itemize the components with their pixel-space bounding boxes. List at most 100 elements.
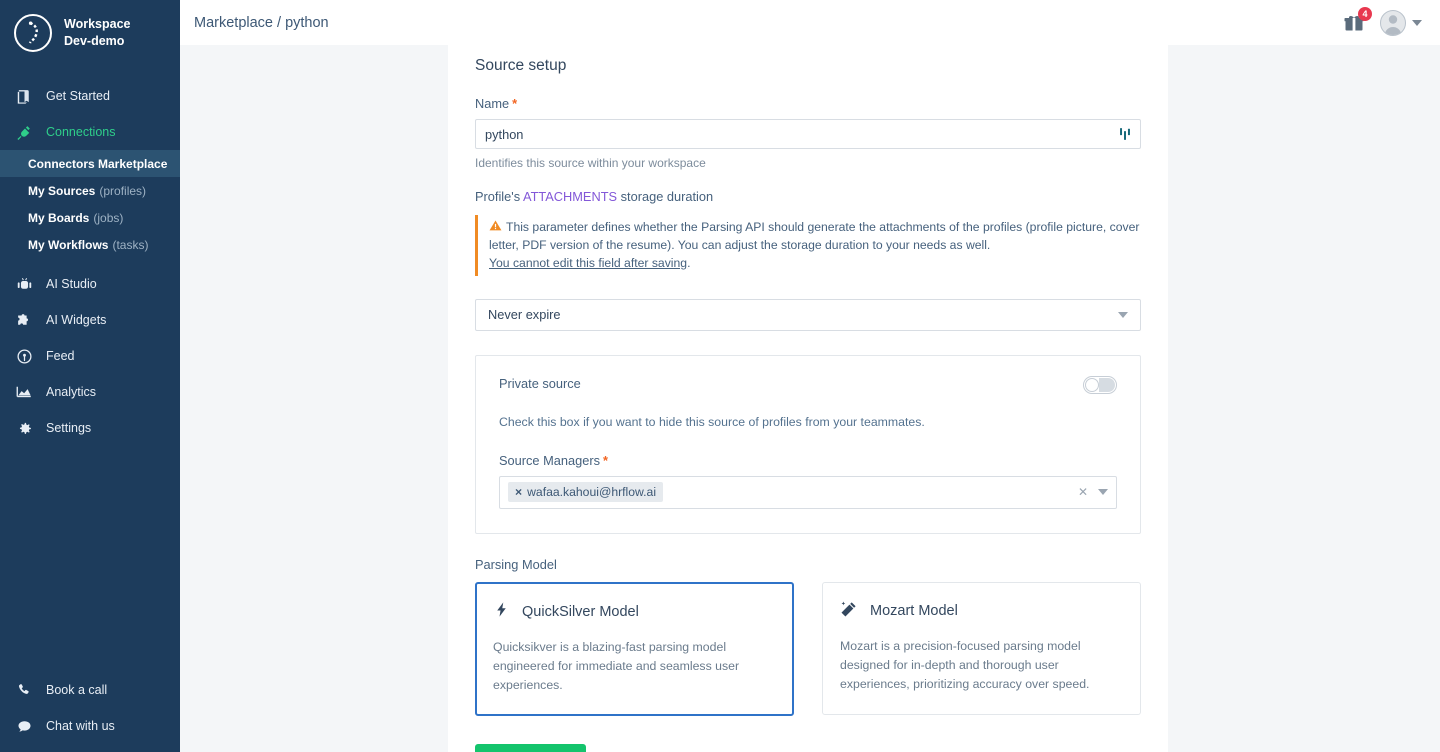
topbar: Marketplace / python 4 [180, 0, 1440, 45]
broadcast-icon [14, 346, 34, 366]
magic-wand-icon [840, 600, 858, 623]
warning-text: This parameter defines whether the Parsi… [489, 220, 1140, 253]
private-source-row: Private source [499, 375, 1117, 394]
sidebar: Workspace Dev-demo Get Started Connectio… [0, 0, 180, 752]
attachments-label: Profile's ATTACHMENTS storage duration [475, 189, 1141, 204]
sidebar-nav: Get Started Connections Connectors Marke… [0, 78, 180, 446]
model-card-title: QuickSilver Model [522, 603, 639, 620]
topbar-actions: 4 [1342, 6, 1422, 36]
private-source-toggle[interactable] [1083, 375, 1117, 394]
model-card-description: Mozart is a precision-focused parsing mo… [840, 638, 1090, 692]
source-managers-label: Source Managers * [499, 453, 1117, 468]
model-card-description: Quicksikver is a blazing-fast parsing mo… [493, 639, 740, 693]
storage-duration-select[interactable]: Never expire [475, 298, 1141, 331]
attachments-label-before: Profile's [475, 189, 521, 204]
model-card-header: Mozart Model [840, 600, 1123, 623]
name-input-value: python [485, 126, 524, 142]
storage-duration-value: Never expire [488, 307, 561, 323]
gift-button[interactable]: 4 [1342, 6, 1372, 35]
source-managers-input[interactable]: × wafaa.kahoui@hrflow.ai ✕ [499, 475, 1117, 509]
parsing-model-options: QuickSilver Model Quicksikver is a blazi… [475, 581, 1141, 717]
sidebar-item-connectors-marketplace[interactable]: Connectors Marketplace [0, 150, 180, 177]
user-menu[interactable] [1380, 9, 1422, 36]
sidebar-item-label: AI Widgets [46, 313, 107, 327]
required-asterisk: * [603, 452, 608, 468]
warning-link[interactable]: You cannot edit this field after saving [489, 256, 687, 270]
sub-item-suffix: (jobs) [93, 210, 124, 225]
warning-link-suffix: . [687, 255, 691, 270]
workspace-logo-icon [14, 14, 52, 52]
attachments-label-after: storage duration [620, 189, 714, 204]
sidebar-item-ai-widgets[interactable]: AI Widgets [0, 302, 180, 338]
source-setup-panel: Source setup Name * python Identifies thi… [448, 45, 1168, 752]
sidebar-item-analytics[interactable]: Analytics [0, 374, 180, 410]
chevron-down-icon [1412, 19, 1422, 26]
page-title: Source setup [475, 57, 567, 74]
private-source-description: Check this box if you want to hide this … [499, 414, 925, 429]
name-label: Name * [475, 96, 1141, 111]
create-source-button[interactable]: Create Source [475, 744, 587, 752]
workspace-label: Workspace [64, 17, 131, 32]
attachments-keyword: ATTACHMENTS [522, 189, 618, 204]
breadcrumb[interactable]: Marketplace / python [194, 15, 329, 31]
sidebar-item-feed[interactable]: Feed [0, 338, 180, 374]
sub-item-label: Connectors Marketplace [28, 156, 168, 171]
sidebar-item-my-boards[interactable]: My Boards (jobs) [0, 204, 180, 231]
sidebar-item-label: Analytics [46, 385, 97, 399]
warning-link-row: You cannot edit this field after saving. [489, 255, 1141, 272]
sub-item-label: My Boards [28, 210, 90, 225]
sub-item-suffix: (tasks) [112, 237, 149, 252]
source-manager-chip[interactable]: × wafaa.kahoui@hrflow.ai [508, 482, 664, 503]
gift-badge-count: 4 [1358, 6, 1372, 21]
clear-all-icon[interactable]: ✕ [1078, 485, 1088, 499]
sub-item-suffix: (profiles) [99, 183, 147, 198]
book-icon [14, 86, 34, 106]
name-label-text: Name [475, 96, 510, 111]
avatar [1380, 9, 1406, 36]
name-input[interactable]: python [475, 119, 1141, 149]
model-card-mozart[interactable]: Mozart Model Mozart is a precision-focus… [822, 581, 1141, 716]
sidebar-item-book-a-call[interactable]: Book a call [0, 672, 180, 708]
sidebar-item-connections[interactable]: Connections [0, 114, 180, 150]
workspace-header[interactable]: Workspace Dev-demo [0, 0, 180, 66]
chart-icon [14, 382, 34, 402]
sidebar-bottom-nav: Book a call Chat with us [0, 672, 180, 744]
gift-icon [1342, 15, 1366, 39]
sidebar-item-label: Feed [46, 349, 75, 363]
sub-item-label: My Sources [28, 183, 96, 198]
warning-triangle-icon [489, 219, 502, 237]
sub-item-label: My Workflows [28, 237, 109, 252]
toggle-knob [1085, 377, 1099, 392]
sidebar-item-my-workflows[interactable]: My Workflows (tasks) [0, 231, 180, 258]
chip-label: wafaa.kahoui@hrflow.ai [527, 485, 657, 500]
model-card-header: QuickSilver Model [493, 600, 776, 624]
sidebar-item-label: Get Started [46, 89, 110, 103]
required-asterisk: * [512, 96, 518, 111]
toggle-track [1099, 377, 1115, 392]
model-card-quicksilver[interactable]: QuickSilver Model Quicksikver is a blazi… [475, 581, 794, 717]
sidebar-item-label: AI Studio [46, 277, 97, 291]
sidebar-item-my-sources[interactable]: My Sources (profiles) [0, 177, 180, 204]
lightning-bolt-icon [493, 600, 510, 624]
chevron-down-icon [1118, 311, 1128, 318]
chip-remove-icon[interactable]: × [515, 485, 522, 499]
phone-icon [14, 680, 34, 700]
sidebar-item-label: Book a call [46, 683, 108, 697]
workspace-name: Dev-demo [64, 34, 125, 48]
sidebar-item-get-started[interactable]: Get Started [0, 78, 180, 114]
sidebar-item-ai-studio[interactable]: AI Studio [0, 266, 180, 302]
sidebar-item-label: Connections [46, 125, 116, 139]
warning-paragraph: This parameter defines whether the Parsi… [489, 219, 1141, 255]
sidebar-item-label: Settings [46, 421, 92, 435]
sidebar-item-settings[interactable]: Settings [0, 410, 180, 446]
model-card-title: Mozart Model [870, 603, 958, 620]
sidebar-item-chat-with-us[interactable]: Chat with us [0, 708, 180, 744]
robot-icon [14, 274, 34, 294]
private-source-card: Private source Check this box if you wan… [475, 354, 1141, 534]
parsing-model-label: Parsing Model [475, 556, 557, 572]
puzzle-icon [14, 310, 34, 330]
sliders-icon[interactable] [1118, 127, 1132, 141]
source-managers-label-text: Source Managers [499, 452, 601, 468]
chevron-down-icon[interactable] [1098, 489, 1108, 496]
gear-icon [14, 418, 34, 438]
